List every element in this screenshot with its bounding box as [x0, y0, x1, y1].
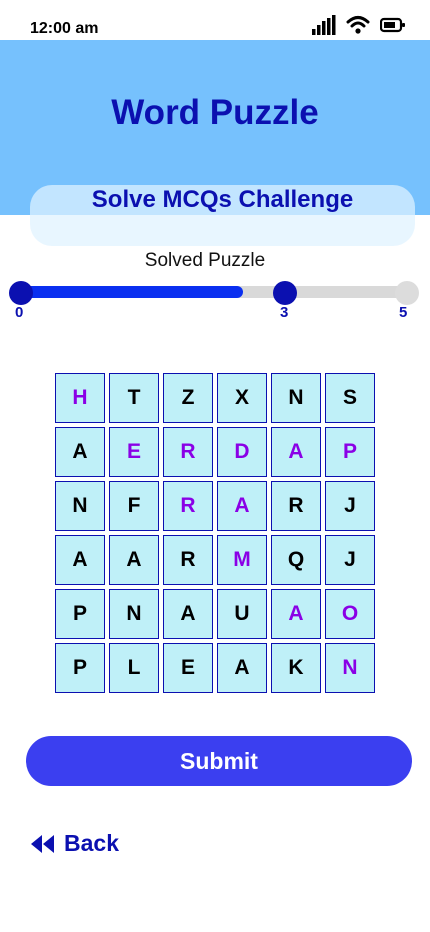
progress-min-label: 0 [15, 304, 24, 321]
letter-cell[interactable]: O [325, 589, 375, 639]
battery-icon [380, 17, 405, 33]
letter-cell[interactable]: X [217, 373, 267, 423]
page-title: Word Puzzle [111, 93, 319, 132]
letter-cell[interactable]: N [55, 481, 105, 531]
letter-cell[interactable]: L [109, 643, 159, 693]
signal-icon [312, 15, 336, 35]
letter-cell[interactable]: A [271, 427, 321, 477]
letter-cell[interactable]: J [325, 481, 375, 531]
letter-cell[interactable]: P [325, 427, 375, 477]
status-time: 12:00 am [30, 20, 99, 37]
letter-cell[interactable]: R [163, 427, 213, 477]
letter-cell[interactable]: A [271, 589, 321, 639]
letter-cell[interactable]: J [325, 535, 375, 585]
letter-cell[interactable]: H [55, 373, 105, 423]
back-button[interactable]: Back [30, 830, 119, 857]
status-icons [312, 15, 406, 35]
letter-cell[interactable]: A [217, 643, 267, 693]
letter-cell[interactable]: N [271, 373, 321, 423]
letter-cell[interactable]: M [217, 535, 267, 585]
letter-cell[interactable]: T [109, 373, 159, 423]
letter-cell[interactable]: A [109, 535, 159, 585]
letter-cell[interactable]: K [271, 643, 321, 693]
progress-max-label: 5 [399, 304, 408, 321]
wifi-icon [346, 16, 370, 34]
letter-cell[interactable]: P [55, 643, 105, 693]
letter-cell[interactable]: A [217, 481, 267, 531]
letter-cell[interactable]: A [55, 427, 105, 477]
letter-cell[interactable]: E [163, 643, 213, 693]
letter-cell[interactable]: A [163, 589, 213, 639]
letter-cell[interactable]: U [217, 589, 267, 639]
letter-cell[interactable]: F [109, 481, 159, 531]
rewind-icon [31, 834, 54, 853]
progress-end-knob [395, 281, 419, 305]
challenge-subtitle: Solve MCQs Challenge [91, 186, 354, 213]
letter-cell[interactable]: Z [163, 373, 213, 423]
letter-cell[interactable]: R [163, 535, 213, 585]
letter-cell[interactable]: R [163, 481, 213, 531]
letter-cell[interactable]: N [325, 643, 375, 693]
progress-start-knob [9, 281, 33, 305]
progress-track [21, 286, 407, 298]
letter-cell[interactable]: E [109, 427, 159, 477]
submit-button[interactable]: Submit [26, 736, 412, 786]
letter-cell[interactable]: N [109, 589, 159, 639]
letter-cell[interactable]: D [217, 427, 267, 477]
letter-cell[interactable]: R [271, 481, 321, 531]
letter-cell[interactable]: Q [271, 535, 321, 585]
letter-cell[interactable]: A [55, 535, 105, 585]
progress-current-label: 3 [280, 304, 289, 321]
status-bar: 12:00 am [0, 0, 430, 40]
progress-label: Solved Puzzle [144, 250, 266, 271]
letter-cell[interactable]: P [55, 589, 105, 639]
letter-cell[interactable]: S [325, 373, 375, 423]
progress-fill [21, 286, 244, 298]
progress-current-knob [273, 281, 297, 305]
back-label: Back [64, 830, 119, 856]
